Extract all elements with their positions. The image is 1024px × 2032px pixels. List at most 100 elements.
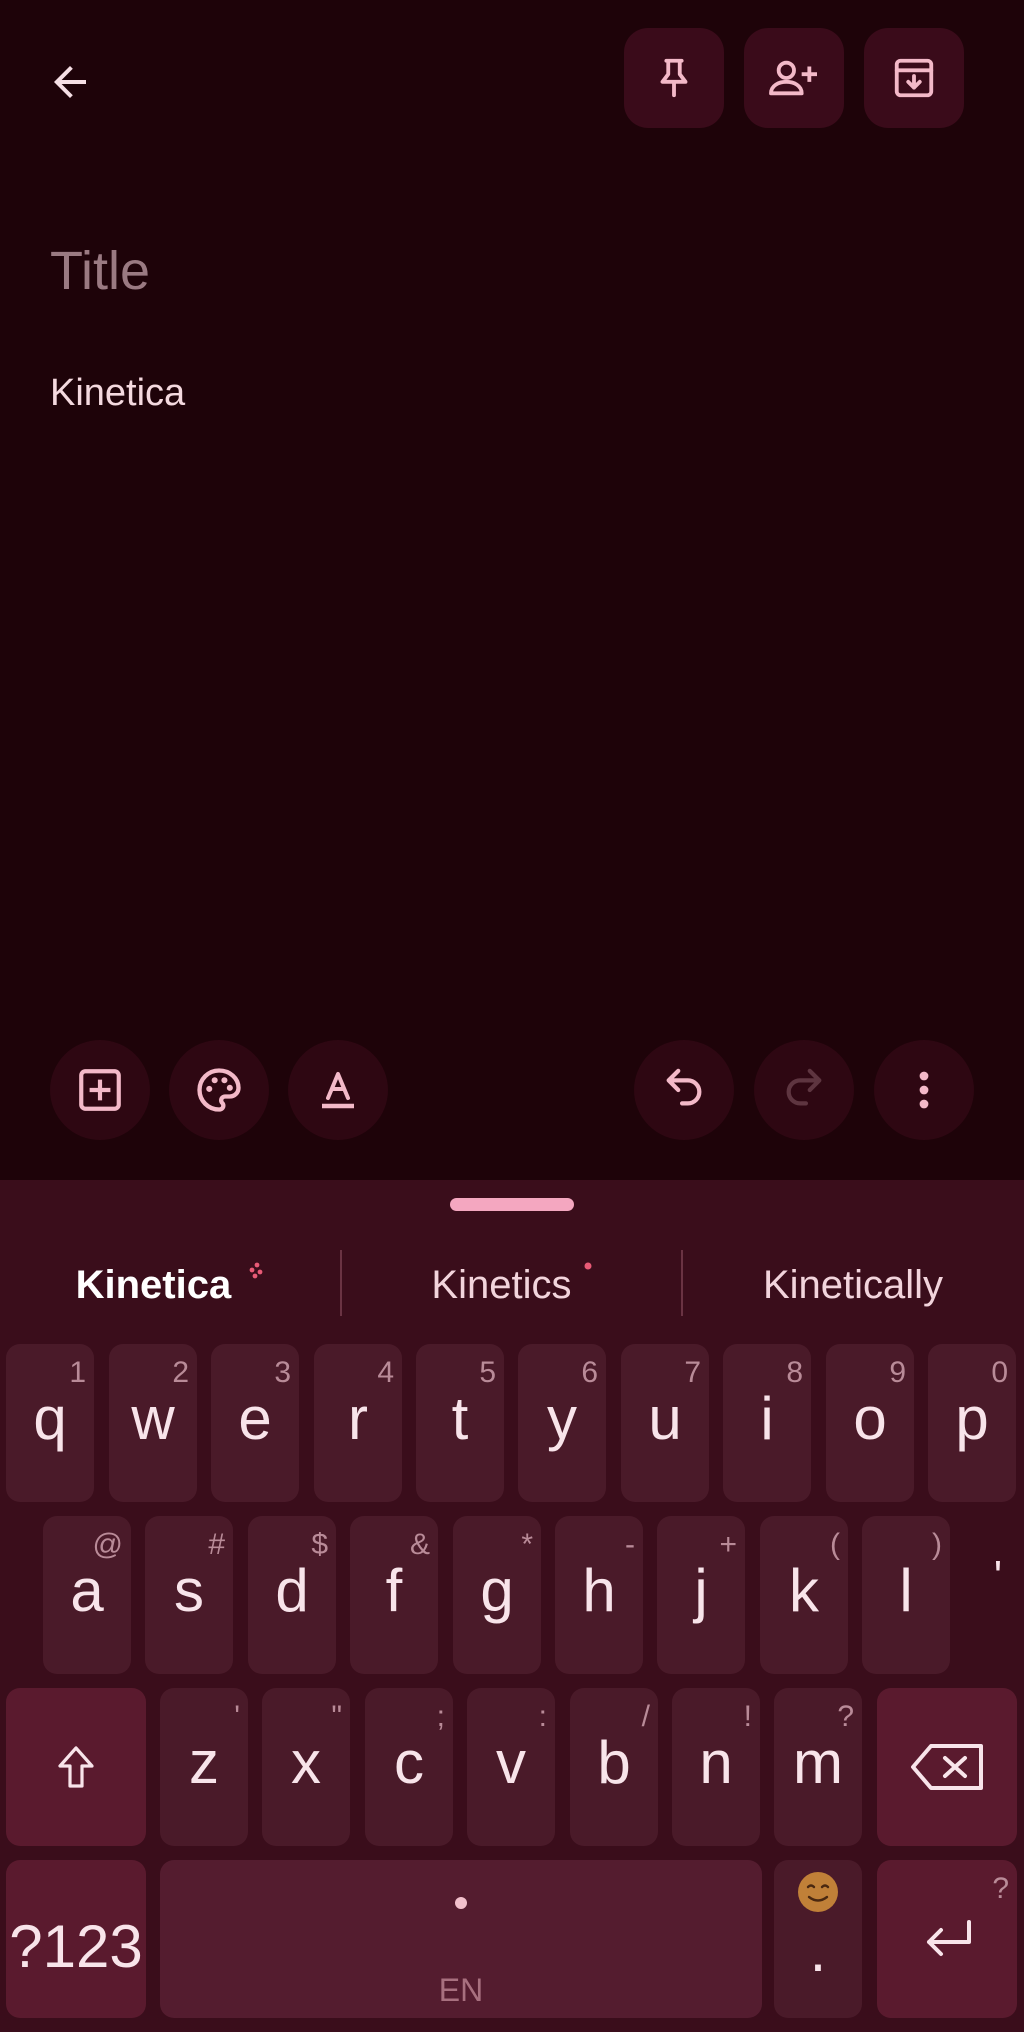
redo-icon [786, 1068, 822, 1106]
key-r[interactable]: 4 r [314, 1344, 402, 1502]
arrow-left-icon [54, 66, 86, 98]
key-c[interactable]: ; c [365, 1688, 453, 1846]
backspace-key[interactable] [877, 1688, 1017, 1846]
enter-key[interactable]: ? [877, 1860, 1017, 2018]
key-u[interactable]: 7 u [621, 1344, 709, 1502]
key-hint: ? [992, 1872, 1009, 1905]
key-i[interactable]: 8 i [723, 1344, 811, 1502]
keyboard-drag-handle[interactable] [450, 1198, 574, 1211]
key-label: k [789, 1557, 819, 1624]
undo-icon [666, 1068, 702, 1106]
key-b[interactable]: / b [570, 1688, 658, 1846]
key-label: r [348, 1385, 368, 1452]
key-k[interactable]: ( k [760, 1516, 848, 1674]
space-key[interactable]: EN [160, 1860, 762, 2018]
back-button[interactable] [38, 50, 102, 114]
sparkle-icon [249, 1262, 263, 1279]
key-m[interactable]: ? m [774, 1688, 862, 1846]
key-label: f [385, 1557, 403, 1624]
dot-icon [584, 1262, 592, 1270]
key-label: a [70, 1557, 104, 1624]
key-label: e [238, 1385, 272, 1452]
space-language-label: EN [438, 1972, 484, 2008]
key-s[interactable]: # s [145, 1516, 233, 1674]
period-emoji-key[interactable]: . [774, 1860, 862, 2018]
key-label: b [597, 1729, 631, 1796]
key-label: h [582, 1557, 616, 1624]
key-label: u [648, 1385, 682, 1452]
key-e[interactable]: 3 e [211, 1344, 299, 1502]
suggestion-3[interactable]: Kinetically [692, 1255, 1014, 1315]
key-p[interactable]: 0 p [928, 1344, 1016, 1502]
key-label: g [480, 1557, 514, 1624]
note-body-input[interactable]: Kinetica [50, 372, 185, 415]
key-label: i [760, 1385, 774, 1452]
text-format-button[interactable] [288, 1040, 388, 1140]
key-label: x [291, 1729, 321, 1796]
suggestion-divider [681, 1250, 683, 1316]
suggestion-1-label: Kinetica [75, 1263, 232, 1307]
key-label: l [899, 1557, 913, 1624]
more-vert-icon [919, 1071, 929, 1109]
key-n[interactable]: ! n [672, 1688, 760, 1846]
key-label: v [496, 1729, 526, 1796]
dot-icon [455, 1897, 467, 1909]
archive-icon [894, 58, 934, 98]
key-z[interactable]: ' z [160, 1688, 248, 1846]
suggestion-1[interactable]: Kinetica [20, 1255, 320, 1315]
key-q[interactable]: 1 q [6, 1344, 94, 1502]
key-t[interactable]: 5 t [416, 1344, 504, 1502]
background-color-button[interactable] [169, 1040, 269, 1140]
smiley-emoji-icon [798, 1872, 838, 1912]
key-d[interactable]: $ d [248, 1516, 336, 1674]
key-h[interactable]: - h [555, 1516, 643, 1674]
add-collaborator-button[interactable] [744, 28, 844, 128]
key-o[interactable]: 9 o [826, 1344, 914, 1502]
shift-key[interactable] [6, 1688, 146, 1846]
pin-button[interactable] [624, 28, 724, 128]
key-apostrophe[interactable]: ' [978, 1552, 1018, 1602]
key-x[interactable]: " x [262, 1688, 350, 1846]
key-label: d [275, 1557, 309, 1624]
more-options-button[interactable] [874, 1040, 974, 1140]
key-j[interactable]: + j [657, 1516, 745, 1674]
add-person-icon [769, 60, 817, 96]
key-label: z [189, 1729, 219, 1796]
key-f[interactable]: & f [350, 1516, 438, 1674]
add-box-icon [79, 1069, 121, 1111]
text-format-icon [322, 1072, 354, 1109]
suggestion-3-label: Kinetically [762, 1263, 944, 1307]
key-label: s [174, 1557, 204, 1624]
archive-button[interactable] [864, 28, 964, 128]
key-y[interactable]: 6 y [518, 1344, 606, 1502]
key-a[interactable]: @ a [43, 1516, 131, 1674]
key-label: q [33, 1385, 67, 1452]
key-g[interactable]: * g [453, 1516, 541, 1674]
key-label: c [394, 1729, 424, 1796]
key-w[interactable]: 2 w [109, 1344, 197, 1502]
key-label: y [547, 1385, 577, 1452]
symbols-key-label: ?123 [9, 1913, 143, 1980]
suggestion-2[interactable]: Kinetics [352, 1255, 672, 1315]
shift-icon [58, 1746, 94, 1788]
suggestion-2-label: Kinetics [431, 1263, 572, 1307]
key-label: w [131, 1385, 175, 1452]
key-label: t [451, 1385, 469, 1452]
key-l[interactable]: ) l [862, 1516, 950, 1674]
key-label: m [793, 1729, 843, 1796]
suggestion-divider [340, 1250, 342, 1316]
backspace-icon [911, 1744, 983, 1790]
key-label: n [699, 1729, 733, 1796]
period-label: . [809, 1917, 827, 1984]
add-content-button[interactable] [50, 1040, 150, 1140]
enter-icon [927, 1920, 971, 1956]
undo-button[interactable] [634, 1040, 734, 1140]
symbols-key[interactable]: ?123 [6, 1860, 146, 2018]
title-input[interactable]: Title [50, 240, 150, 302]
key-label: o [853, 1385, 887, 1452]
key-label: p [955, 1385, 989, 1452]
pin-icon [660, 58, 688, 98]
redo-button[interactable] [754, 1040, 854, 1140]
key-label: j [694, 1557, 708, 1624]
key-v[interactable]: : v [467, 1688, 555, 1846]
